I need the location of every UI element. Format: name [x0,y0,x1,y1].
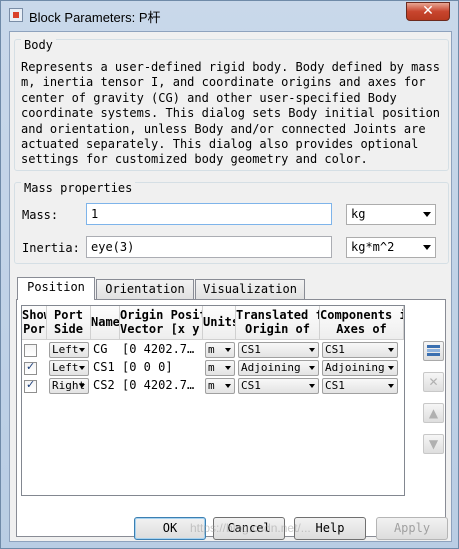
inertia-unit-value: kg*m^2 [351,240,395,254]
mass-input[interactable]: 1 [86,203,332,225]
origin-cell[interactable]: [0 4202.7… [122,377,202,395]
show-port-checkbox[interactable] [24,344,37,357]
chevron-down-icon [309,366,315,370]
components-in-value: CS1 [325,343,345,356]
chevron-down-icon [79,348,85,352]
port-side-select[interactable]: Left [49,342,89,358]
units-value: m [208,343,215,356]
components-in-value: Adjoining [325,361,385,374]
header-name: Name [91,306,120,340]
window-title: Block Parameters: P杆 [29,10,161,25]
header-port-side: Port Side [47,306,91,340]
header-origin-line2: Vector [x y z] [120,322,202,336]
dialog-client: Body Represents a user-defined rigid bod… [9,31,452,542]
header-port-line1: Port [54,308,83,322]
units-value: m [208,379,215,392]
units-select[interactable]: m [205,360,235,376]
mass-properties-label: Mass properties [21,181,136,195]
translated-from-value: CS1 [241,343,261,356]
move-up-icon: ▲ [428,406,439,420]
body-group-label: Body [21,38,56,52]
components-in-select[interactable]: Adjoining [322,360,398,376]
translated-from-select[interactable]: CS1 [238,342,319,358]
header-port-line2: Side [54,322,83,336]
port-side-select[interactable]: Left [49,360,89,376]
units-select[interactable]: m [205,342,235,358]
header-show-port: ShowPor [22,306,47,340]
header-show-line1: Show [22,308,46,322]
translated-from-value: Adjoining [241,361,301,374]
header-name-line1: Name [91,315,120,329]
chevron-down-icon [225,348,231,352]
header-translated-line1: Translated from [236,308,319,322]
tab-orientation[interactable]: Orientation [96,279,194,299]
title-bar[interactable]: Block Parameters: P杆 ✕ [1,1,458,29]
tab-visualization[interactable]: Visualization [195,279,305,299]
components-in-value: CS1 [325,379,345,392]
header-translated-from: Translated fromOrigin of [236,306,320,340]
header-components-line1: Components in [320,308,403,322]
add-row-button[interactable] [423,341,444,361]
translated-from-select[interactable]: CS1 [238,378,319,394]
header-origin-line1: Origin Position [120,308,202,322]
chevron-down-icon [79,384,85,388]
coordinate-systems-table: ShowPor PortSide Name Origin PositionVec… [21,305,405,496]
chevron-down-icon [309,348,315,352]
chevron-down-icon [388,348,394,352]
chevron-down-icon [309,384,315,388]
delete-row-button[interactable]: ✕ [423,372,444,392]
name-cell[interactable]: CG [93,341,120,359]
chevron-down-icon [79,366,85,370]
mass-unit-select[interactable]: kg [346,204,436,225]
chevron-down-icon [225,366,231,370]
port-side-select[interactable]: Right [49,378,89,394]
add-row-icon [427,345,440,356]
translated-from-value: CS1 [241,379,261,392]
chevron-down-icon [225,384,231,388]
header-components-in: Components inAxes of [320,306,404,340]
header-units-line1: Units [203,315,236,329]
inertia-input[interactable]: eye(3) [86,236,332,258]
close-button[interactable]: ✕ [406,2,450,21]
chevron-down-icon [423,212,431,217]
header-show-line2: Por [23,322,45,336]
header-translated-line2: Origin of [244,322,311,336]
show-port-checkbox[interactable] [24,378,37,393]
header-units: Units [203,306,236,340]
position-tab-panel: ShowPor PortSide Name Origin PositionVec… [16,299,446,537]
close-icon: ✕ [422,3,434,19]
chevron-down-icon [423,245,431,250]
mass-unit-value: kg [351,207,366,221]
mass-label: Mass: [22,208,59,222]
components-in-select[interactable]: CS1 [322,342,398,358]
chevron-down-icon [388,366,394,370]
name-cell[interactable]: CS2 [93,377,120,395]
move-down-button[interactable]: ▼ [423,434,444,454]
header-components-line2: Axes of [336,322,387,336]
apply-button[interactable]: Apply [376,517,448,540]
chevron-down-icon [388,384,394,388]
inertia-unit-select[interactable]: kg*m^2 [346,237,436,258]
dialog-window: Block Parameters: P杆 ✕ Body Represents a… [0,0,459,549]
watermark-text: https://blog.csdn.net/... [190,521,311,535]
port-side-value: Left [52,361,79,374]
origin-cell[interactable]: [0 4202.7… [122,341,202,359]
delete-icon: ✕ [428,375,439,389]
port-side-value: Left [52,343,79,356]
inertia-label: Inertia: [22,241,80,255]
move-down-icon: ▼ [428,437,439,451]
body-group: Body Represents a user-defined rigid bod… [14,38,449,171]
name-cell[interactable]: CS1 [93,359,120,377]
block-icon [9,8,23,22]
body-description: Represents a user-defined rigid body. Bo… [21,60,441,167]
tab-position[interactable]: Position [17,277,95,300]
units-select[interactable]: m [205,378,235,394]
translated-from-select[interactable]: Adjoining [238,360,319,376]
units-value: m [208,361,215,374]
header-origin-position: Origin PositionVector [x y z] [120,306,203,340]
origin-cell[interactable]: [0 0 0] [122,359,202,377]
show-port-checkbox[interactable] [24,360,37,375]
move-up-button[interactable]: ▲ [423,403,444,423]
components-in-select[interactable]: CS1 [322,378,398,394]
